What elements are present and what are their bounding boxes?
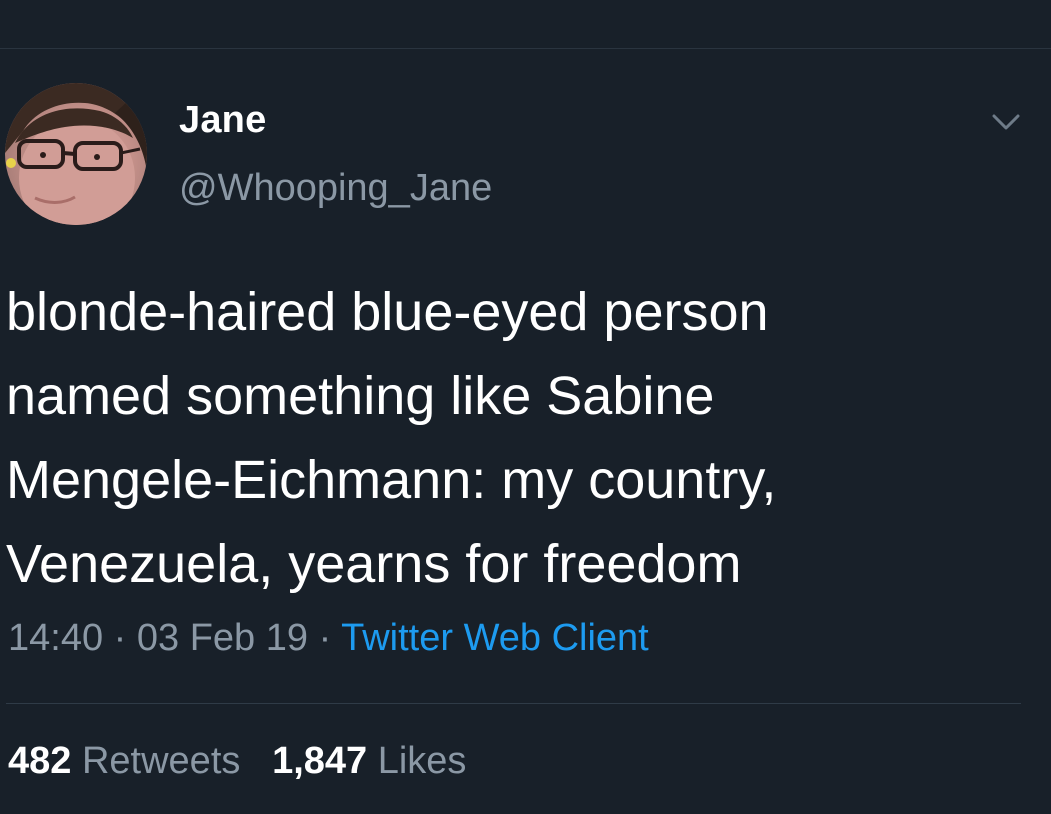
top-divider — [0, 48, 1051, 49]
likes-count: 1,847 — [272, 740, 368, 782]
retweets-count: 482 — [8, 740, 72, 782]
tweet-time[interactable]: 14:40 — [8, 617, 103, 659]
tweet-source-link[interactable]: Twitter Web Client — [341, 617, 649, 659]
display-name[interactable]: Jane — [179, 99, 266, 142]
tweet-text: blonde-haired blue-eyed person named som… — [6, 270, 1036, 606]
avatar[interactable] — [5, 83, 147, 225]
avatar-image — [5, 83, 147, 225]
retweets-stat[interactable]: 482 Retweets — [8, 740, 240, 782]
tweet-meta: 14:40 · 03 Feb 19 · Twitter Web Client — [8, 617, 649, 660]
retweets-label: Retweets — [81, 740, 241, 782]
meta-separator: · — [113, 617, 127, 659]
stats-divider — [6, 703, 1021, 704]
tweet-date[interactable]: 03 Feb 19 — [137, 617, 308, 659]
tweet-stats: 482 Retweets 1,847 Likes — [8, 740, 466, 783]
user-handle[interactable]: @Whooping_Jane — [179, 167, 492, 210]
meta-separator: · — [318, 617, 332, 659]
tweet-text-line: Venezuela, yearns for freedom — [6, 534, 742, 594]
likes-label: Likes — [377, 740, 467, 782]
likes-stat[interactable]: 1,847 Likes — [272, 740, 466, 782]
chevron-down-icon[interactable] — [990, 108, 1022, 136]
tweet-text-line: blonde-haired blue-eyed person — [6, 282, 769, 342]
tweet-text-line: Mengele-Eichmann: my country, — [6, 450, 777, 510]
tweet-text-line: named something like Sabine — [6, 366, 715, 426]
